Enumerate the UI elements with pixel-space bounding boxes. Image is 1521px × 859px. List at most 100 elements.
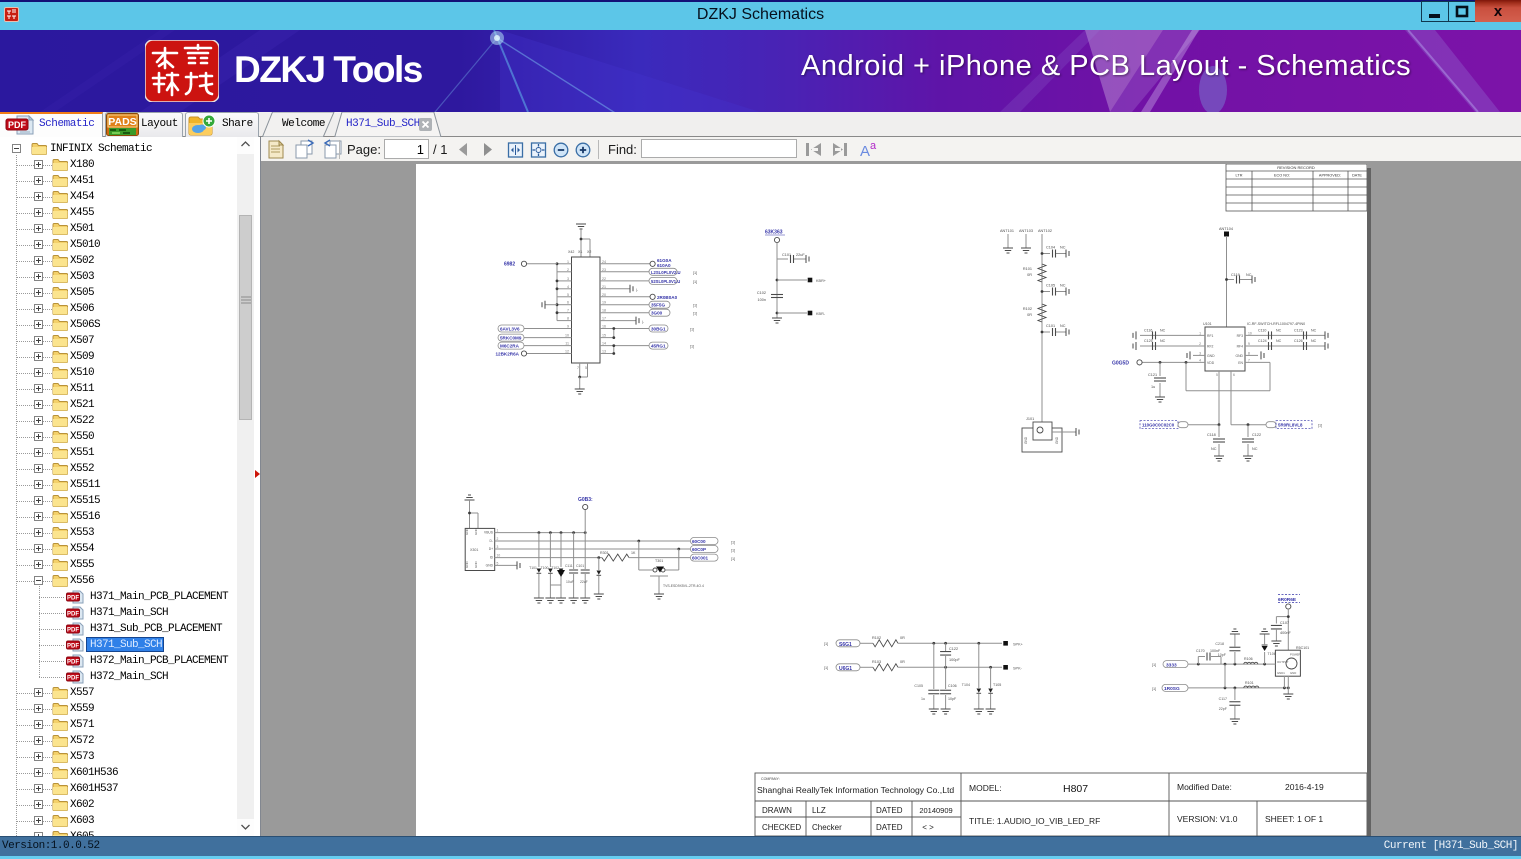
svg-text:C218: C218 <box>1215 642 1224 646</box>
svg-text:EN: EN <box>1238 361 1243 365</box>
svg-text:S6G1: S6G1 <box>839 642 852 648</box>
svg-text:NC: NC <box>1211 447 1217 451</box>
svg-text:63K363: 63K363 <box>765 230 783 236</box>
svg-text:10: 10 <box>565 334 569 338</box>
svg-text:5RKC0M9: 5RKC0M9 <box>500 336 522 341</box>
svg-text:LTR: LTR <box>1236 174 1243 178</box>
svg-text:[1]: [1] <box>693 271 697 275</box>
svg-text:NC: NC <box>1276 328 1282 332</box>
svg-text:[1]: [1] <box>693 280 697 284</box>
svg-text:OUTPUT: OUTPUT <box>1277 660 1289 664</box>
svg-text:MODEL:: MODEL: <box>969 783 1002 793</box>
svg-text:RF4: RF4 <box>1237 345 1244 349</box>
svg-text:T104: T104 <box>962 683 970 687</box>
svg-text:[1]: [1] <box>690 328 694 332</box>
svg-text:21: 21 <box>602 285 606 289</box>
svg-text:[1]: [1] <box>731 549 735 553</box>
svg-text:10: 10 <box>1248 331 1252 335</box>
svg-text:R301: R301 <box>600 551 609 555</box>
svg-text:DATED: DATED <box>876 806 903 815</box>
svg-text:15: 15 <box>602 334 606 338</box>
svg-text:110G0C0C02C0: 110G0C0C02C0 <box>1142 423 1175 428</box>
svg-text:4: 4 <box>567 285 569 289</box>
svg-text:APPROVED:: APPROVED: <box>1319 174 1341 178</box>
svg-text:22: 22 <box>602 277 606 281</box>
svg-text:22pF: 22pF <box>1219 707 1228 711</box>
svg-text:TITLE: 1.AUDIO_IO_VIB_LED_RF: TITLE: 1.AUDIO_IO_VIB_LED_RF <box>969 816 1100 826</box>
svg-text:PDF: PDF <box>67 660 79 666</box>
svg-text:GND: GND <box>465 561 469 569</box>
svg-text:R103: R103 <box>872 660 881 664</box>
svg-text:[1]: [1] <box>693 304 697 308</box>
svg-text:NC: NC <box>1160 328 1166 332</box>
svg-text:GND: GND <box>1207 354 1215 358</box>
svg-text:19: 19 <box>602 301 606 305</box>
svg-text:C117: C117 <box>1219 697 1227 701</box>
svg-text:C101: C101 <box>576 564 584 568</box>
svg-text:GND: GND <box>1290 671 1296 675</box>
svg-text:ECO NO:: ECO NO: <box>1274 174 1290 178</box>
svg-text:C116: C116 <box>1144 328 1152 332</box>
svg-text:a: a <box>870 140 877 152</box>
svg-text:C106: C106 <box>948 684 957 688</box>
svg-text:C123: C123 <box>1294 328 1303 332</box>
svg-text:IC-RF-SWITCH-RFL1004797-4PIN0: IC-RF-SWITCH-RFL1004797-4PIN0 <box>1247 322 1305 326</box>
svg-text:PDF: PDF <box>67 596 79 602</box>
svg-text:L2SL0PL0V2.U: L2SL0PL0V2.U <box>651 270 681 275</box>
svg-text:D-: D- <box>490 539 493 543</box>
svg-text:DATED: DATED <box>876 823 903 832</box>
svg-text:2: 2 <box>1199 342 1201 346</box>
svg-text:LLZ: LLZ <box>812 806 826 815</box>
svg-text:C126: C126 <box>1294 339 1303 343</box>
svg-text:PDF: PDF <box>67 676 79 682</box>
svg-text:2R0B0A0: 2R0B0A0 <box>657 295 678 300</box>
svg-text:1R0SG: 1R0SG <box>1164 686 1180 692</box>
svg-text:5R0RL8VL8: 5R0RL8VL8 <box>1278 423 1303 428</box>
svg-text:NC: NC <box>1060 324 1066 328</box>
svg-text:23: 23 <box>602 268 606 272</box>
svg-text:GND: GND <box>474 528 478 536</box>
svg-text:T105: T105 <box>993 683 1001 687</box>
svg-text:T101: T101 <box>529 566 537 570</box>
svg-text:6: 6 <box>567 301 569 305</box>
svg-text:3G00: 3G00 <box>651 311 663 316</box>
svg-text:G0G5D: G0G5D <box>1112 361 1129 367</box>
svg-text:17: 17 <box>602 317 606 321</box>
svg-text:PDF: PDF <box>67 612 79 618</box>
svg-text:VERSION: V1.0: VERSION: V1.0 <box>1177 814 1238 824</box>
svg-text:Shanghai ReallyTek Information: Shanghai ReallyTek Information Technolog… <box>757 785 954 795</box>
svg-text:H807: H807 <box>1063 783 1088 795</box>
svg-text:100pF: 100pF <box>949 658 960 662</box>
svg-text:NC: NC <box>1160 339 1166 343</box>
svg-text:C107: C107 <box>1280 621 1289 625</box>
svg-text:NC: NC <box>1311 328 1317 332</box>
svg-text:ANT101: ANT101 <box>1000 229 1014 233</box>
svg-text:3: 3 <box>567 277 569 281</box>
svg-text:C105: C105 <box>1046 284 1055 288</box>
svg-text:RF2: RF2 <box>1207 345 1214 349</box>
svg-text:C101: C101 <box>782 253 791 257</box>
svg-text:7: 7 <box>567 309 569 313</box>
svg-text:X42: X42 <box>568 250 574 254</box>
svg-text:610A0: 610A0 <box>657 263 671 268</box>
svg-text:GND: GND <box>486 563 494 567</box>
svg-text:400nF: 400nF <box>1280 631 1291 635</box>
svg-text:5: 5 <box>585 366 587 370</box>
svg-text:X301: X301 <box>470 548 478 552</box>
svg-text:ANT103: ANT103 <box>1019 229 1033 233</box>
svg-text:SHEET: 1 OF 1: SHEET: 1 OF 1 <box>1265 814 1323 824</box>
svg-text:|-: |- <box>636 288 639 292</box>
svg-text:SPK-: SPK- <box>1013 666 1023 670</box>
svg-text:X2: X2 <box>587 250 591 254</box>
svg-text:[1]: [1] <box>731 541 735 545</box>
svg-text:C124: C124 <box>1258 339 1267 343</box>
svg-text:14: 14 <box>602 342 606 346</box>
svg-text:PDF: PDF <box>8 120 27 130</box>
svg-text:Checker: Checker <box>812 823 842 832</box>
svg-text:[1]: [1] <box>1152 687 1156 691</box>
svg-text:Modified Date:: Modified Date: <box>1177 782 1232 792</box>
svg-text:[1]: [1] <box>1318 424 1322 428</box>
svg-text:T100: T100 <box>541 566 549 570</box>
svg-text:2016-4-19: 2016-4-19 <box>1285 782 1324 792</box>
svg-text:24: 24 <box>602 260 606 264</box>
